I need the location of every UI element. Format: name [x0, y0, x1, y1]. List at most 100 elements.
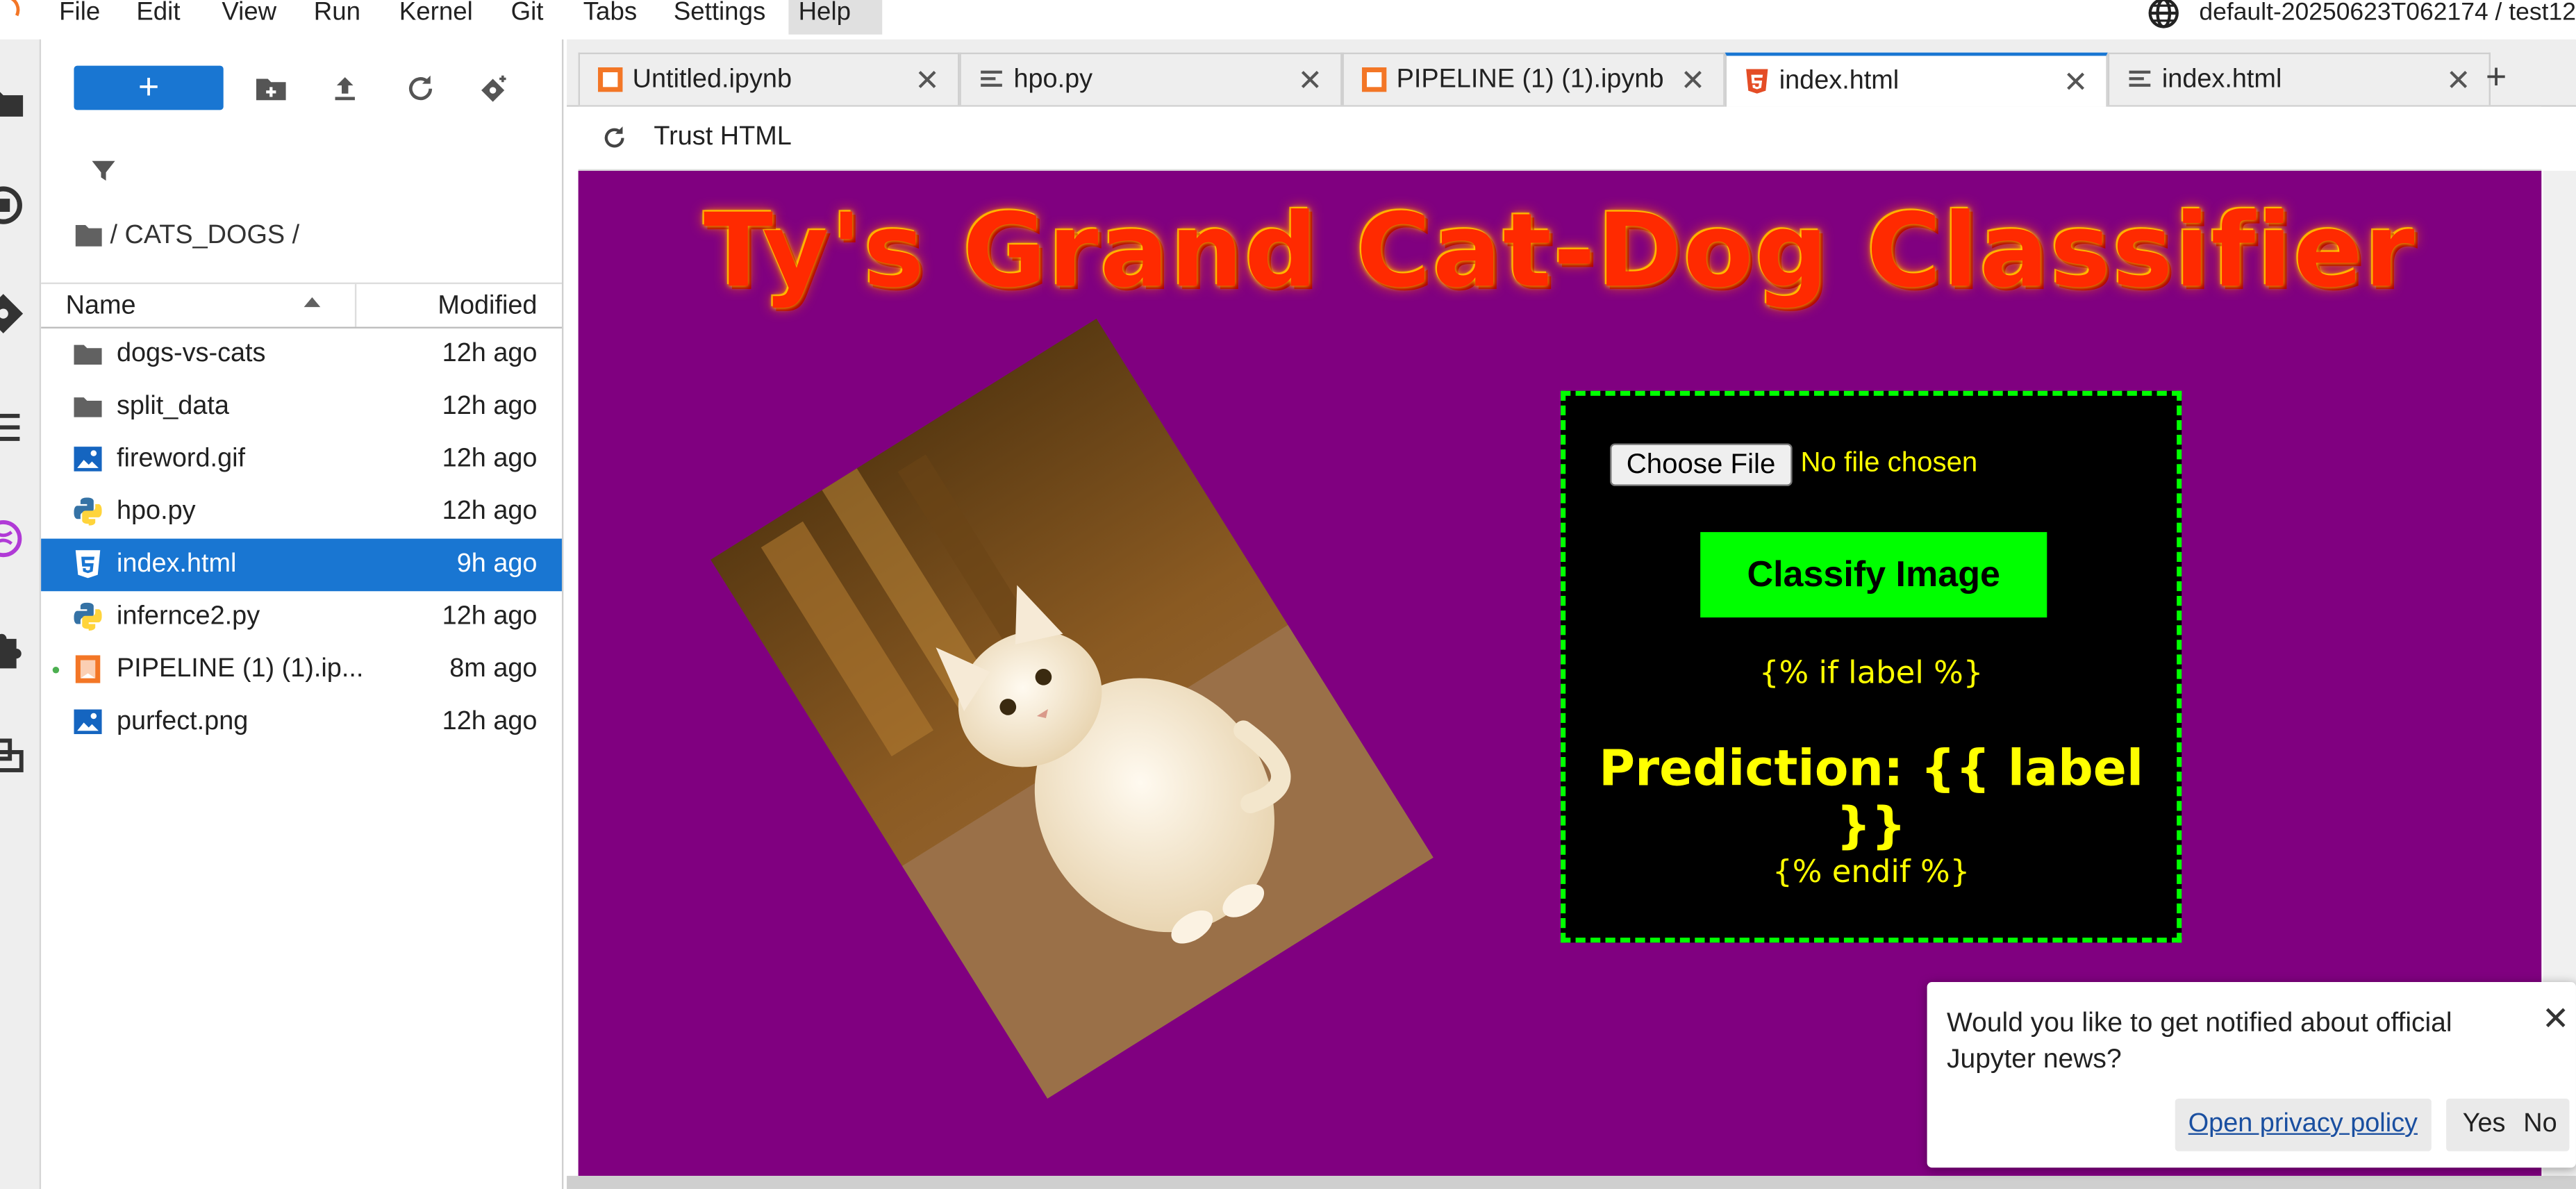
tab-index-html-editor[interactable]: index.html ✕: [2107, 52, 2491, 106]
refresh-icon[interactable]: [404, 72, 437, 105]
python-icon: [74, 497, 102, 526]
html-icon: [75, 550, 101, 579]
text-file-icon: [2129, 70, 2151, 87]
file-row[interactable]: purfect.png 12h ago: [41, 697, 562, 749]
menu-tabs[interactable]: Tabs: [574, 0, 647, 35]
file-modified: 12h ago: [442, 392, 538, 421]
tab-bar: Untitled.ipynb ✕ hpo.py ✕ PIPELINE (1) (…: [567, 39, 2576, 107]
template-if-text: {% if label %}: [1759, 655, 1984, 692]
file-name: index.html: [116, 550, 237, 579]
menu-edit[interactable]: Edit: [126, 0, 190, 35]
document-toolbar: Trust HTML: [578, 106, 2542, 171]
close-icon[interactable]: ✕: [1681, 64, 1706, 99]
file-name: dogs-vs-cats: [116, 340, 266, 368]
new-folder-icon[interactable]: [255, 72, 288, 105]
file-name: infernce2.py: [116, 602, 260, 631]
file-row[interactable]: fireword.gif 12h ago: [41, 433, 562, 486]
column-divider[interactable]: [354, 284, 357, 327]
file-list-header: Name Modified: [41, 282, 562, 329]
tab-label: hpo.py: [1013, 65, 1093, 94]
file-name: hpo.py: [116, 497, 196, 526]
file-name: purfect.png: [116, 708, 249, 736]
tab-untitled-ipynb[interactable]: Untitled.ipynb ✕: [578, 52, 960, 106]
file-row[interactable]: dogs-vs-cats 12h ago: [41, 329, 562, 381]
breadcrumb-path[interactable]: / CATS_DOGS /: [110, 222, 299, 249]
table-of-contents-icon[interactable]: [0, 404, 26, 450]
column-modified-header[interactable]: Modified: [438, 292, 537, 322]
extension-icon[interactable]: [0, 626, 26, 672]
close-icon[interactable]: ✕: [2063, 66, 2088, 101]
file-row[interactable]: hpo.py 12h ago: [41, 486, 562, 539]
html-icon: [1746, 69, 1768, 94]
bottom-border: [567, 1176, 2576, 1189]
brain-icon[interactable]: [0, 515, 26, 561]
file-modified: 12h ago: [442, 340, 538, 368]
folder-icon: [74, 344, 102, 365]
git-icon[interactable]: [0, 291, 26, 337]
image-icon: [74, 447, 102, 472]
menu-view[interactable]: View: [212, 0, 286, 35]
jupyter-logo-icon: [0, 0, 24, 29]
page-title: Ty's Grand Cat-Dog Classifier: [704, 190, 2416, 310]
tab-pipeline-ipynb[interactable]: PIPELINE (1) (1).ipynb ✕: [1342, 52, 1725, 106]
file-row[interactable]: infernce2.py 12h ago: [41, 591, 562, 644]
chat-icon[interactable]: [0, 733, 26, 779]
image-icon: [74, 709, 102, 734]
no-button[interactable]: No: [2510, 1098, 2570, 1151]
menu-help[interactable]: Help: [788, 0, 883, 35]
activity-bar: [0, 39, 42, 1189]
git-clone-icon[interactable]: [478, 72, 510, 105]
file-modified: 12h ago: [442, 497, 538, 526]
running-indicator: [52, 667, 60, 674]
file-row[interactable]: split_data 12h ago: [41, 381, 562, 434]
menu-file[interactable]: File: [49, 0, 110, 35]
folder-icon: [74, 397, 102, 417]
tab-hpo-py[interactable]: hpo.py ✕: [959, 52, 1343, 106]
close-icon[interactable]: ✕: [2446, 64, 2471, 99]
folder-icon[interactable]: [0, 79, 26, 125]
file-modified: 12h ago: [442, 444, 538, 474]
add-tab-icon[interactable]: +: [2486, 56, 2507, 98]
column-name-header[interactable]: Name: [66, 292, 136, 322]
file-name: fireword.gif: [116, 444, 246, 474]
menu-git[interactable]: Git: [501, 0, 553, 35]
classify-form-panel: Choose File No file chosen Classify Imag…: [1561, 390, 2182, 943]
breadcrumb[interactable]: / CATS_DOGS /: [74, 222, 299, 251]
notebook-icon: [1361, 67, 1387, 92]
file-modified: 9h ago: [456, 550, 538, 579]
file-row-selected[interactable]: index.html 9h ago: [41, 538, 562, 592]
choose-file-button[interactable]: Choose File: [1610, 443, 1792, 486]
folder-icon[interactable]: [74, 222, 103, 248]
upload-icon[interactable]: [329, 72, 361, 105]
globe-icon[interactable]: [2145, 0, 2182, 31]
trust-html-button[interactable]: Trust HTML: [654, 123, 791, 153]
notebook-icon: [75, 655, 101, 683]
classify-image-button[interactable]: Classify Image: [1700, 532, 2047, 618]
tab-index-html-active[interactable]: index.html ✕: [1725, 52, 2108, 107]
file-row[interactable]: PIPELINE (1) (1).ip... 8m ago: [41, 644, 562, 697]
menu-bar: File Edit View Run Kernel Git Tabs Setti…: [0, 0, 2576, 35]
text-file-icon: [981, 70, 1002, 87]
menu-kernel[interactable]: Kernel: [390, 0, 483, 35]
filter-icon[interactable]: [90, 158, 117, 184]
open-privacy-policy-link[interactable]: Open privacy policy: [2175, 1098, 2431, 1151]
new-launcher-button[interactable]: +: [74, 65, 224, 110]
file-modified: 12h ago: [442, 708, 538, 736]
tab-label: Untitled.ipynb: [632, 65, 792, 94]
tab-label: PIPELINE (1) (1).ipynb: [1396, 65, 1664, 94]
file-name: PIPELINE (1) (1).ip...: [116, 655, 364, 683]
stop-circle-icon[interactable]: [0, 182, 26, 228]
menu-settings[interactable]: Settings: [664, 0, 776, 35]
close-icon[interactable]: ✕: [2542, 999, 2570, 1040]
close-icon[interactable]: ✕: [915, 64, 940, 99]
refresh-icon[interactable]: [601, 125, 628, 151]
template-endif-text: {% endif %}: [1772, 854, 1970, 890]
file-browser: + / CATS_DOGS / Name Modified dogs-vs-ca…: [41, 39, 564, 1189]
tab-label: index.html: [2161, 65, 2282, 94]
cat-photo: [711, 318, 1434, 1099]
sort-ascending-icon[interactable]: [304, 297, 321, 308]
menu-run[interactable]: Run: [304, 0, 371, 35]
close-icon[interactable]: ✕: [1297, 64, 1322, 99]
python-icon: [74, 602, 102, 631]
no-file-chosen-label: No file chosen: [1800, 447, 1978, 479]
